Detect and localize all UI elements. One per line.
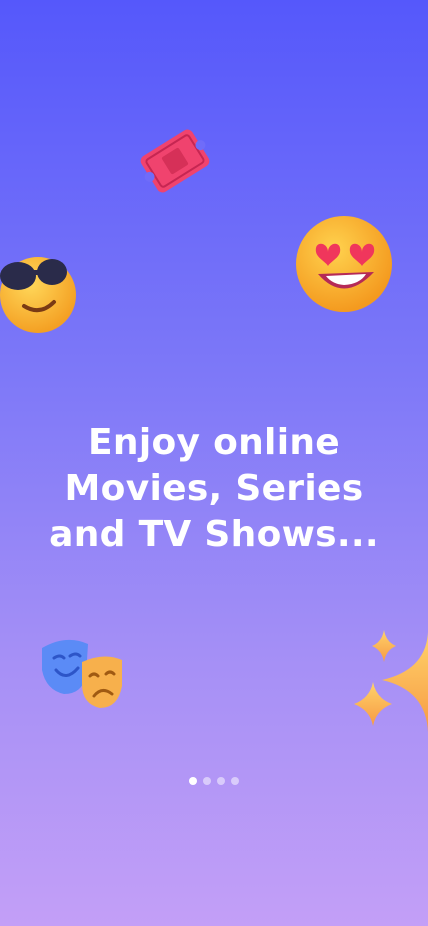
sunglasses-emoji <box>0 257 76 333</box>
pagination-dot-3[interactable] <box>217 777 225 785</box>
pagination-dot-1[interactable] <box>189 777 197 785</box>
pagination-dot-4[interactable] <box>231 777 239 785</box>
pagination-dot-2[interactable] <box>203 777 211 785</box>
headline-line-1: Enjoy online <box>88 422 340 463</box>
heart-eyes-emoji <box>296 216 392 312</box>
ticket-icon <box>140 129 210 193</box>
sparkles-icon <box>354 630 428 732</box>
headline-line-3: and TV Shows... <box>49 514 379 555</box>
onboarding-headline: Enjoy online Movies, Series and TV Shows… <box>24 420 404 558</box>
headline-line-2: Movies, Series <box>64 468 364 509</box>
pagination-dots <box>0 777 428 785</box>
theater-masks-icon <box>42 639 122 708</box>
